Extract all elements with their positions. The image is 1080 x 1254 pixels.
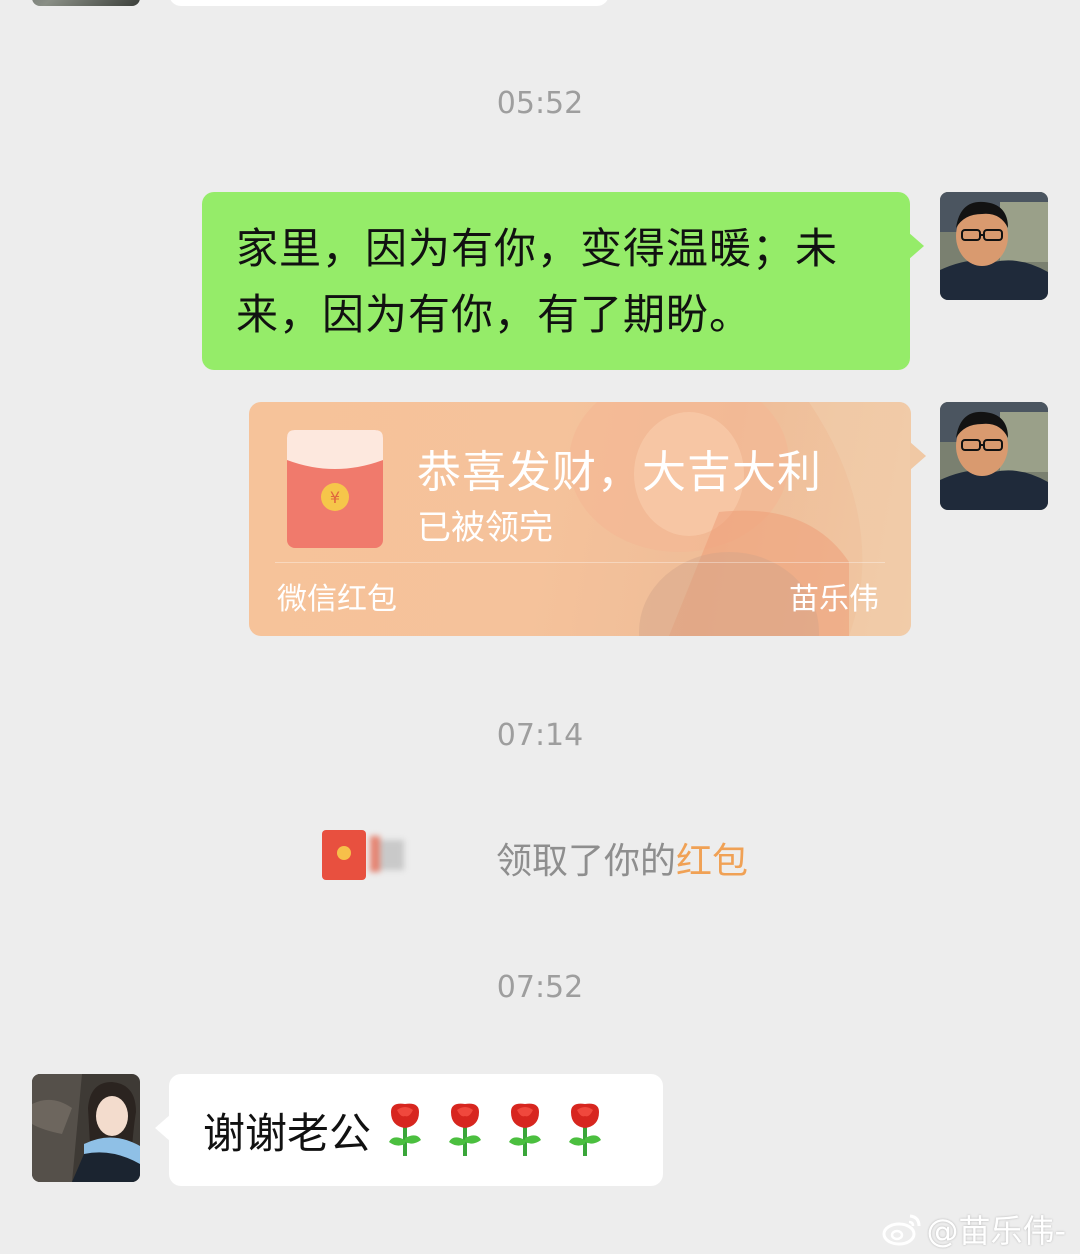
timestamp: 05:52	[496, 86, 584, 121]
watermark-text: @苗乐伟-	[926, 1212, 1066, 1250]
currency-symbol: ¥	[330, 488, 340, 507]
red-packet-status: 已被领完	[417, 508, 553, 548]
bubble-tail	[908, 232, 924, 260]
sender-avatar[interactable]	[940, 192, 1048, 300]
rose-icon	[509, 1103, 542, 1156]
rose-icon	[389, 1103, 422, 1156]
blurred-name	[370, 832, 410, 876]
red-packet-title: 恭喜发财，大吉大利	[417, 447, 822, 498]
received-message-text: 谢谢老公	[203, 1108, 372, 1158]
red-packet-brand: 微信红包	[277, 582, 397, 617]
red-packet-divider	[275, 562, 885, 563]
system-notice: 领取了你的红包	[496, 832, 748, 884]
red-packet-card[interactable]: ¥ 恭喜发财，大吉大利 已被领完 微信红包 苗乐伟	[249, 402, 911, 636]
red-envelope-icon: ¥	[287, 430, 383, 548]
timestamp: 07:14	[496, 718, 584, 753]
system-notice-text: 领取了你的	[496, 841, 677, 882]
timestamp: 07:52	[496, 970, 584, 1005]
previous-message-avatar[interactable]	[32, 0, 140, 6]
sent-message-text: 家里，因为有你，变得温暖；未来，因为有你，有了期盼。	[236, 224, 839, 339]
sent-message-bubble[interactable]: 家里，因为有你，变得温暖；未来，因为有你，有了期盼。	[202, 192, 910, 370]
red-packet-link[interactable]: 红包	[676, 841, 748, 882]
received-message-bubble[interactable]: 谢谢老公	[169, 1074, 663, 1186]
weibo-icon	[882, 1214, 921, 1246]
bubble-tail	[910, 442, 926, 470]
rose-icon	[569, 1103, 602, 1156]
previous-message-bubble[interactable]	[169, 0, 609, 6]
rose-icon	[449, 1103, 482, 1156]
rose-emoji-group	[383, 1102, 607, 1158]
watermark: @苗乐伟-	[882, 1206, 1066, 1252]
red-envelope-icon	[322, 830, 366, 880]
receiver-avatar[interactable]	[32, 1074, 140, 1182]
sender-avatar[interactable]	[940, 402, 1048, 510]
red-packet-sender: 苗乐伟	[789, 582, 879, 617]
